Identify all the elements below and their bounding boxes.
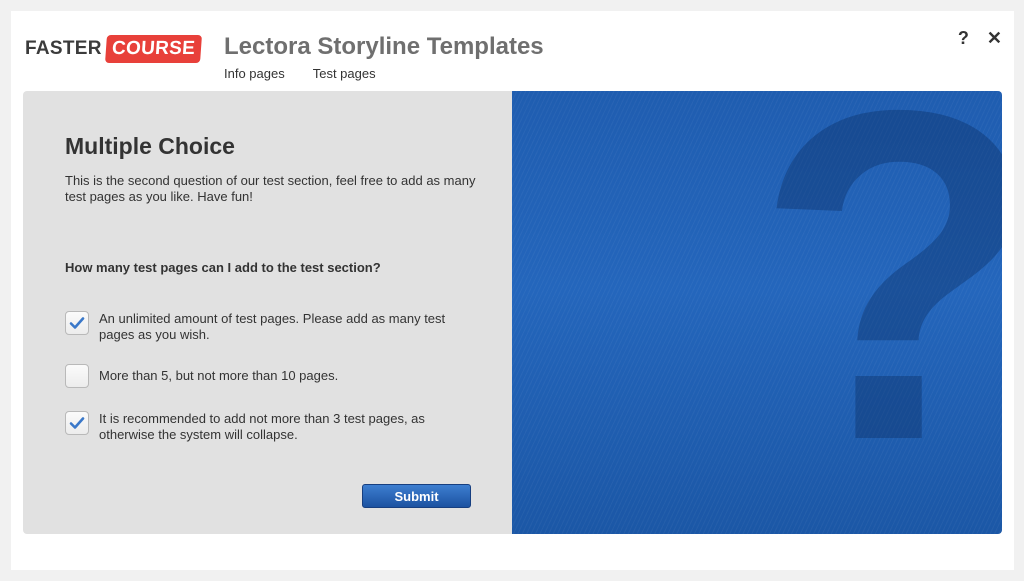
checkbox-checked[interactable] <box>65 311 89 335</box>
question-prompt: How many test pages can I add to the tes… <box>65 260 381 275</box>
logo-course-text: COURSE <box>104 35 202 63</box>
logo-faster-text: FASTER <box>25 38 102 59</box>
help-icon[interactable]: ? <box>958 29 969 47</box>
checkbox-unchecked[interactable] <box>65 364 89 388</box>
answer-option-label: It is recommended to add not more than 3… <box>99 411 425 442</box>
submit-button[interactable]: Submit <box>362 484 471 508</box>
question-mark-graphic: ? <box>755 91 1002 511</box>
course-window: FASTER COURSE Lectora Storyline Template… <box>11 11 1014 570</box>
nav-test-pages[interactable]: Test pages <box>313 66 376 81</box>
fastercourse-logo: FASTER COURSE <box>25 33 202 65</box>
answer-option-label: More than 5, but not more than 10 pages. <box>99 368 339 383</box>
answer-option-label: An unlimited amount of test pages. Pleas… <box>99 311 446 342</box>
answer-option-1[interactable]: An unlimited amount of test pages. Pleas… <box>65 311 459 343</box>
close-icon[interactable]: ✕ <box>987 29 1002 47</box>
answer-option-3[interactable]: It is recommended to add not more than 3… <box>65 411 459 443</box>
question-intro: This is the second question of our test … <box>65 173 476 204</box>
window-controls: ? ✕ <box>958 29 1002 47</box>
nav-info-pages[interactable]: Info pages <box>224 66 285 81</box>
checkmark-icon <box>69 317 85 329</box>
app-title: Lectora Storyline Templates <box>224 33 544 60</box>
checkmark-icon <box>69 417 85 429</box>
question-panel: Multiple Choice This is the second quest… <box>23 91 512 534</box>
top-nav: Info pages Test pages <box>224 66 376 81</box>
checkbox-checked[interactable] <box>65 411 89 435</box>
question-title: Multiple Choice <box>65 133 235 159</box>
decorative-image-panel: ? <box>512 91 1002 534</box>
content-area: Multiple Choice This is the second quest… <box>23 91 1002 534</box>
answer-option-2[interactable]: More than 5, but not more than 10 pages. <box>65 364 459 388</box>
